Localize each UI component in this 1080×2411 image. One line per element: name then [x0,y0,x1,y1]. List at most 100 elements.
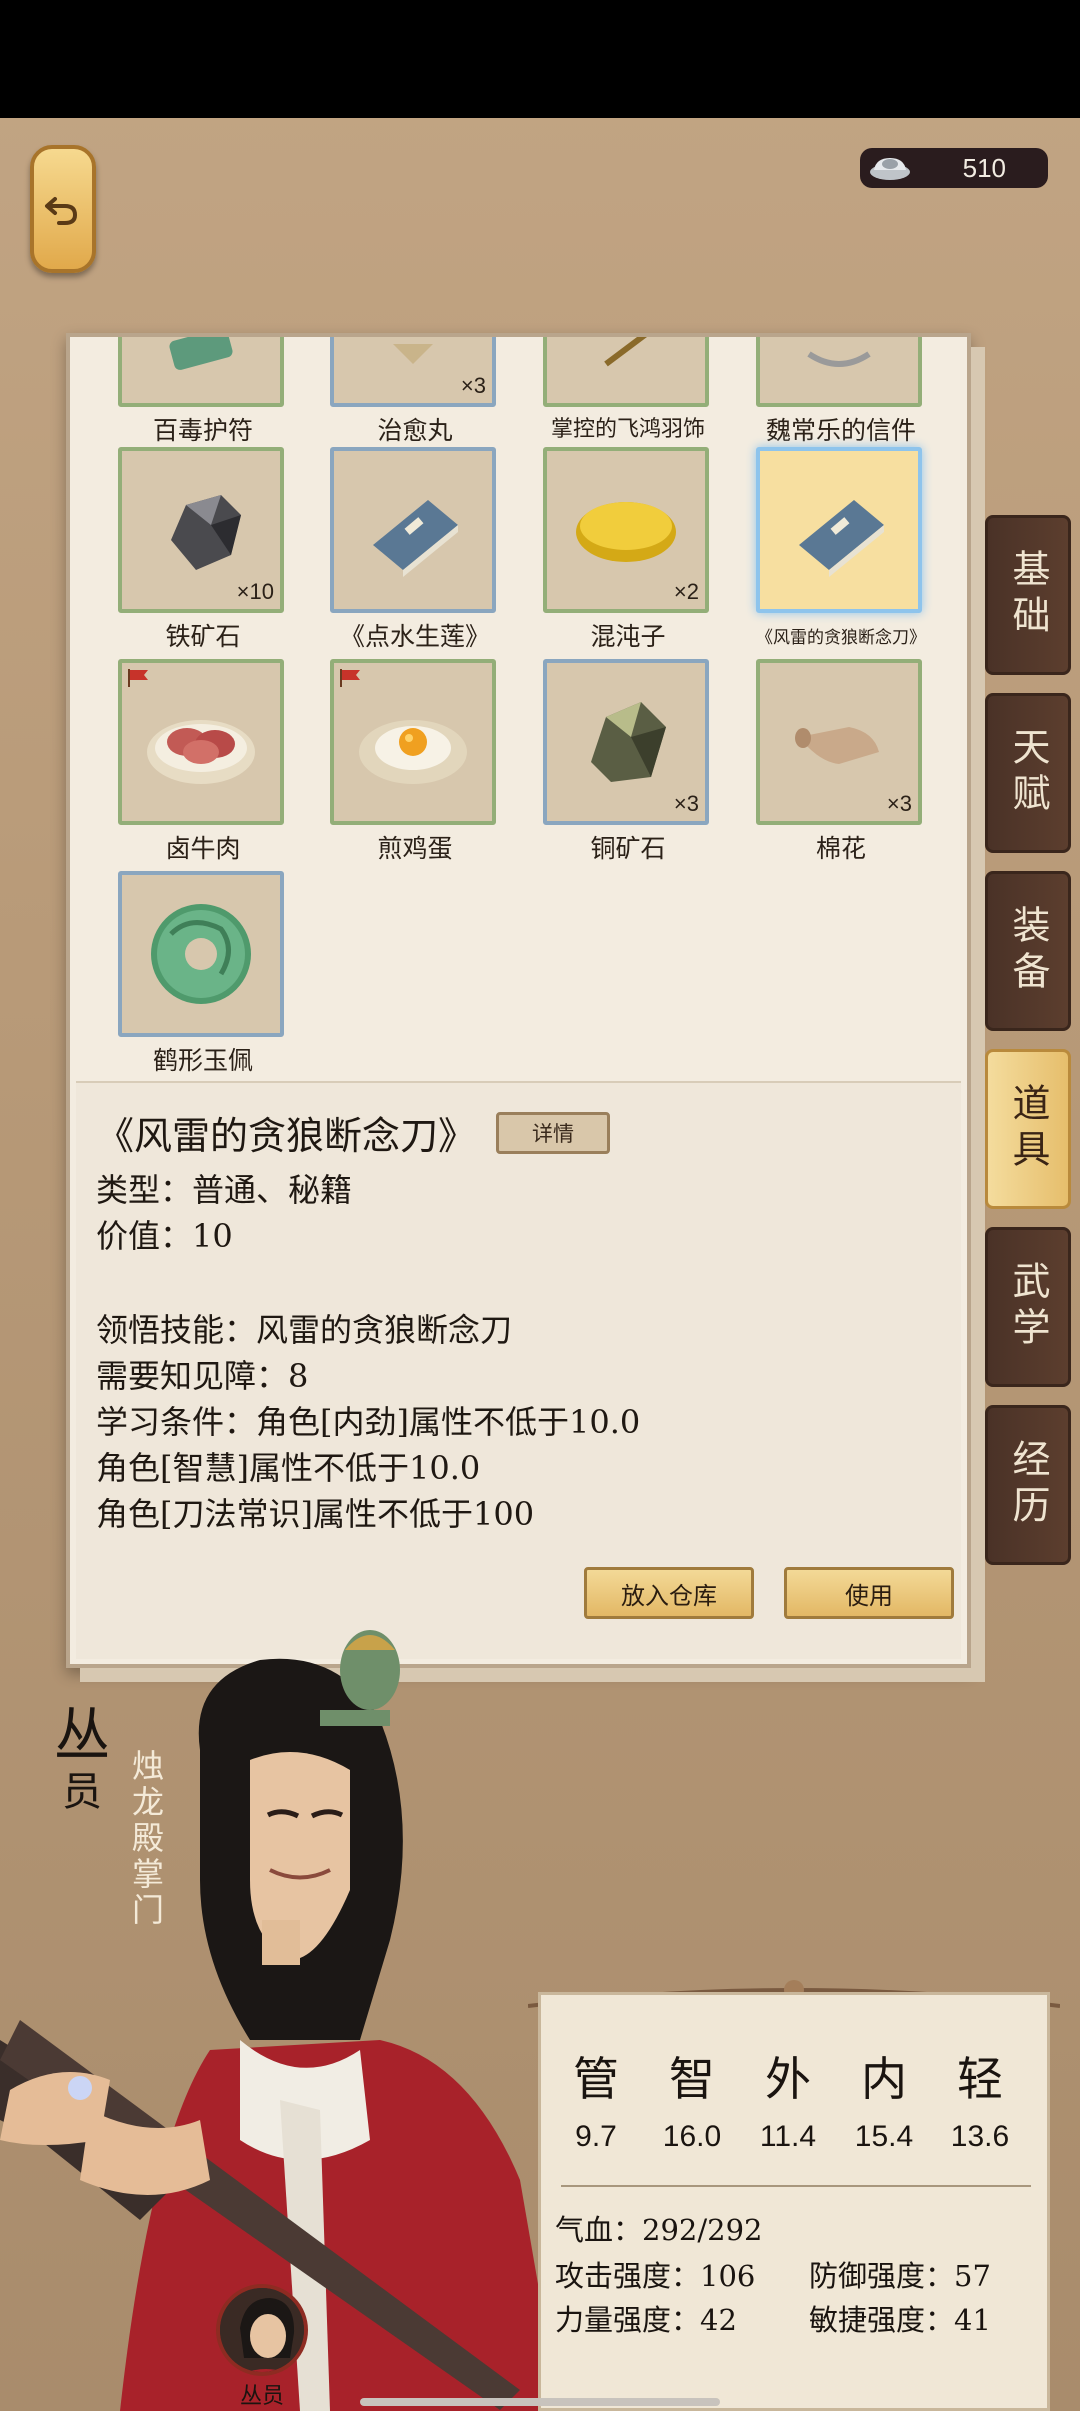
item-slot[interactable]: 鹤形玉佩 [118,871,288,1077]
character-name-first: 丛 [54,1703,110,1768]
tab-basic[interactable]: 基础 [985,515,1071,675]
item-box: ×3 [756,659,922,825]
item-grid[interactable]: 百毒护符 ×3 治愈丸 掌控的飞鸿羽饰 魏常乐的信件 ×10 铁矿石 《点水生莲… [70,337,967,1079]
item-box [330,447,496,613]
item-name: 治愈丸 [377,416,453,445]
stats-panel: 管 智 外 内 轻 9.7 16.0 11.4 15.4 13.6 气血：292… [528,1978,1060,2411]
manual-book-icon [373,500,458,577]
item-quantity: ×2 [673,579,699,604]
amulet-icon [169,337,233,370]
item-value: 价值：10 [96,1217,233,1255]
home-indicator[interactable] [360,2398,720,2406]
pill-icon [393,344,433,364]
item-type: 类型：普通、秘籍 [96,1171,353,1209]
item-slot[interactable]: 煎鸡蛋 [330,659,500,865]
item-box: ×3 [543,659,709,825]
fried-egg-icon [359,720,467,784]
item-box: ×3 [330,337,496,407]
agility-stat: 敏捷强度：41 [809,2303,991,2337]
braised-beef-icon [147,720,255,784]
item-box [756,337,922,407]
item-slot[interactable]: 卤牛肉 [118,659,288,865]
currency-display: 510 [860,148,1048,188]
item-name: 魏常乐的信件 [765,416,916,445]
item-box: ×10 [118,447,284,613]
avatar-label: 丛员 [239,2384,284,2409]
hp-stat: 气血：292/292 [555,2213,763,2247]
attr-value: 9.7 [575,2120,617,2153]
attr-value: 13.6 [950,2120,1010,2153]
attr-label: 内 [861,2052,907,2106]
status-bar [0,0,1080,118]
item-slot[interactable]: ×2 混沌子 [543,447,713,653]
item-slot[interactable]: ×3 铜矿石 [543,659,713,865]
tab-martial-arts[interactable]: 武学 [985,1227,1071,1387]
attr-label: 轻 [957,2052,1003,2106]
character-avatar[interactable] [216,2284,308,2376]
character-name-second: 员 [62,1769,102,1815]
attack-stat: 攻击强度：106 [555,2259,756,2293]
learn-condition-3: 角色[刀法常识]属性不低于100 [96,1495,535,1533]
item-name: 鹤形玉佩 [152,1046,253,1075]
item-quantity: ×10 [236,579,274,604]
item-slot[interactable]: 魏常乐的信件 [756,337,926,447]
item-slot[interactable]: ×3 治愈丸 [330,337,500,447]
item-slot[interactable]: ×10 铁矿石 [118,447,288,653]
item-quantity: ×3 [886,791,912,816]
learn-condition-1: 学习条件：角色[内劲]属性不低于10.0 [96,1403,641,1441]
item-quantity: ×3 [460,373,486,398]
tab-equipment[interactable]: 装备 [985,871,1071,1031]
flag-icon [340,669,360,687]
back-arrow-icon [45,197,78,225]
item-box: ×2 [543,447,709,613]
flag-icon [128,669,148,687]
attr-value: 16.0 [662,2120,722,2153]
item-slot[interactable]: ×3 棉花 [756,659,926,865]
currency-amount: 510 [962,152,1006,183]
item-box [118,659,284,825]
copper-ore-icon [591,702,666,782]
use-button[interactable]: 使用 [784,1567,954,1619]
inventory-panel: 百毒护符 ×3 治愈丸 掌控的飞鸿羽饰 魏常乐的信件 ×10 铁矿石 《点水生莲… [66,333,971,1668]
iron-ore-icon [171,495,241,570]
detail-title-row: 《风雷的贪狼断念刀》 详情 [96,1105,611,1160]
tab-history[interactable]: 经历 [985,1405,1071,1565]
item-slot[interactable]: 掌控的飞鸿羽饰 [543,337,713,443]
store-button[interactable]: 放入仓库 [584,1567,754,1619]
item-box [756,447,922,613]
attr-label: 管 [573,2052,619,2106]
knowledge-barrier: 需要知见障：8 [96,1357,309,1395]
manual-book-icon [799,500,884,577]
power-stat: 力量强度：42 [555,2303,737,2337]
item-box [118,871,284,1037]
defense-stat: 防御强度：57 [809,2259,991,2293]
item-slot[interactable]: 《点水生莲》 [330,447,500,653]
character-sect-title: 烛龙殿掌门 [131,1747,164,1929]
item-name: 铁矿石 [165,622,241,651]
item-slot-selected[interactable]: 《风雷的贪狼断念刀》 [756,447,926,648]
attr-label: 智 [669,2052,715,2106]
stats-divider [561,2185,1031,2187]
item-name: 煎鸡蛋 [377,834,453,863]
item-box [543,337,709,407]
learn-condition-2: 角色[智慧]属性不低于10.0 [96,1449,481,1487]
item-box [118,337,284,407]
item-name: 《风雷的贪狼断念刀》 [756,628,926,648]
tab-talent[interactable]: 天赋 [985,693,1071,853]
item-name: 卤牛肉 [165,834,241,863]
item-name: 《点水生莲》 [339,622,490,651]
skill-learned: 领悟技能：风雷的贪狼断念刀 [96,1311,513,1349]
item-name: 棉花 [815,834,866,863]
item-name: 掌控的飞鸿羽饰 [550,417,705,442]
attr-value: 11.4 [759,2120,817,2153]
item-quantity: ×3 [673,791,699,816]
tab-items[interactable]: 道具 [985,1049,1071,1209]
item-name: 百毒护符 [152,416,253,445]
back-button[interactable] [30,145,96,273]
letter-icon [807,351,871,367]
details-button[interactable]: 详情 [496,1111,611,1154]
feather-ornament-icon [604,337,647,367]
attr-value: 15.4 [854,2120,914,2153]
item-slot[interactable]: 百毒护符 [118,337,288,447]
jade-pendant-icon [151,904,251,1004]
